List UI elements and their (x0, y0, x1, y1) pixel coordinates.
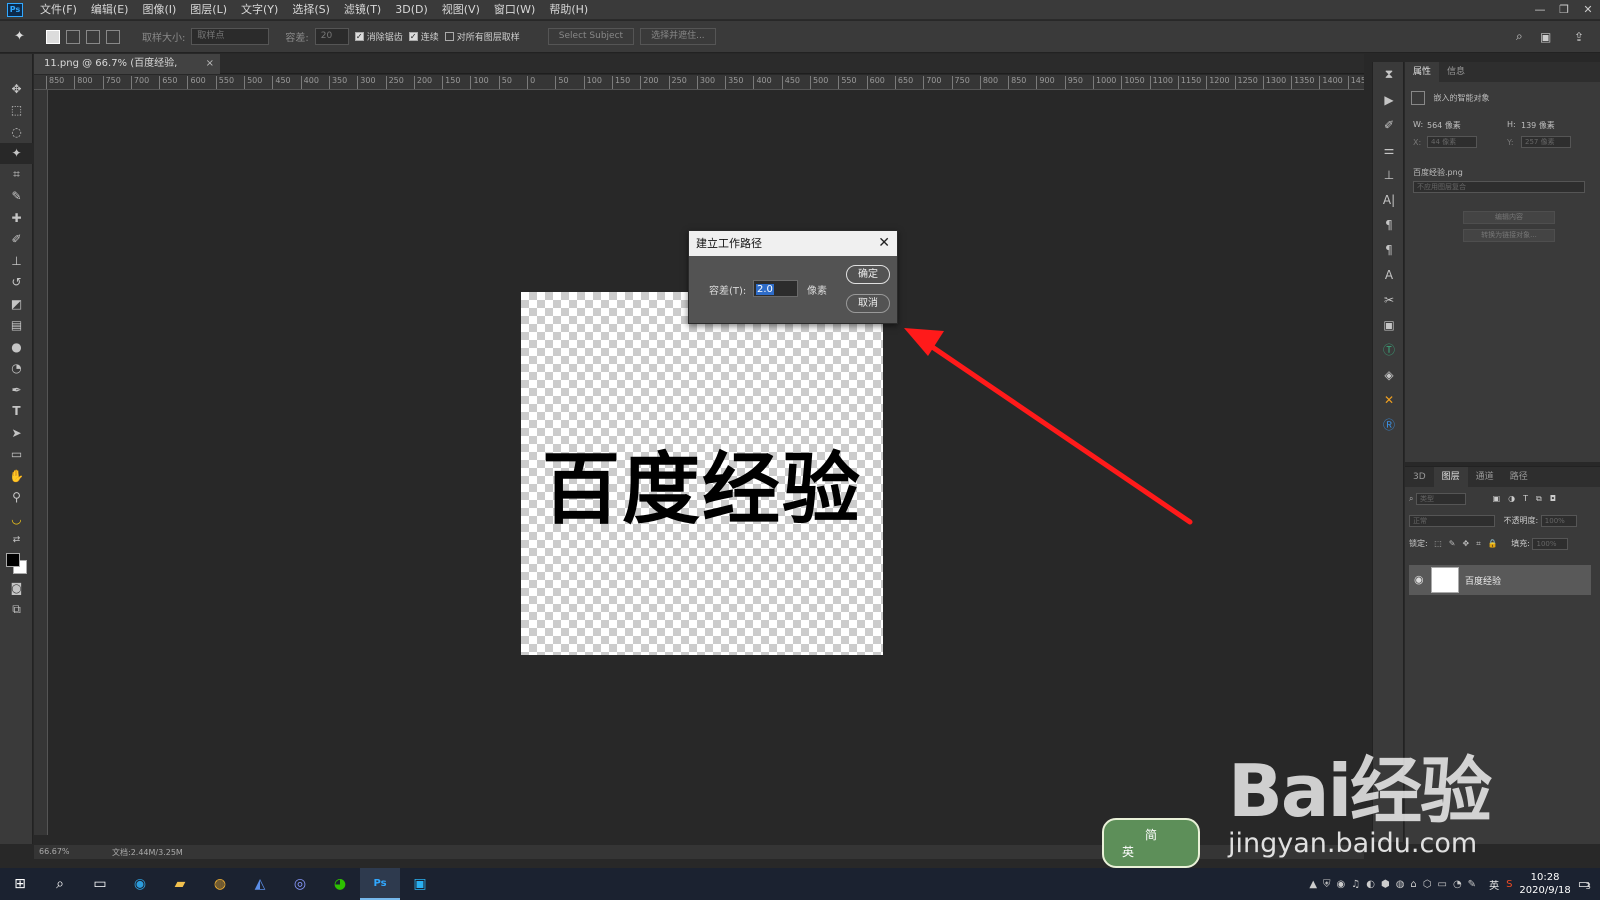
smart-object-icon (1411, 91, 1425, 105)
wechat-icon[interactable]: ◕ (320, 868, 360, 900)
sogou-icon[interactable]: S (1506, 879, 1512, 890)
ime-mode-simplified: 简 (1144, 828, 1157, 842)
tab-channels[interactable]: 通道 (1468, 467, 1502, 487)
y-value[interactable]: 257 像素 (1521, 136, 1571, 148)
watermark: Bai经验 jingyan.baidu.com (1228, 732, 1568, 862)
system-tray: ▲⛨◉♫◐⬢◍⌂⬡▭◔✎ 英 S 10:28 2020/9/18 ▭ 3 (1309, 868, 1600, 900)
app-icon[interactable]: ◭ (240, 868, 280, 900)
history-icon[interactable]: ⧗ (1373, 62, 1405, 87)
tools-icon[interactable]: ✂ (1373, 287, 1405, 312)
cross-tool-icon[interactable]: ✕ (1373, 387, 1405, 412)
blend-row: 正常 不透明度: 100% (1409, 515, 1577, 527)
ime-badge[interactable]: 简 英 (1102, 818, 1200, 868)
clock[interactable]: 10:28 2020/9/18 (1519, 871, 1570, 897)
opacity-input[interactable]: 100% (1540, 515, 1577, 527)
clock-time: 10:28 (1530, 872, 1560, 883)
visibility-eye-icon[interactable]: ◉ (1414, 573, 1424, 586)
tab-3d[interactable]: 3D (1405, 467, 1434, 487)
screenshot-app-icon[interactable]: ▣ (400, 868, 440, 900)
tolerance-value: 2.0 (756, 284, 774, 295)
w-label: W: (1413, 120, 1424, 129)
watermark-logo: Bai经验 (1228, 749, 1492, 833)
retouch-plugin-icon[interactable]: Ⓡ (1373, 412, 1405, 437)
y-label: Y: (1507, 138, 1514, 147)
layer-comp-select[interactable]: 不应用图层复合 (1413, 181, 1585, 193)
panel-icon-dock: ⧗ ▶ ✐ ⚌ ⊥ A| ¶ ¶ A ✂ ▣ Ⓣ ◈ ✕ Ⓡ (1372, 62, 1404, 842)
layers-tabs: 3D 图层 通道 路径 (1405, 467, 1600, 487)
edit-contents-button[interactable]: 编辑内容 (1463, 211, 1555, 224)
plugin-icon[interactable]: ◈ (1373, 362, 1405, 387)
ok-button[interactable]: 确定 (846, 265, 890, 284)
watermark-url: jingyan.baidu.com (1228, 828, 1478, 859)
tab-paths[interactable]: 路径 (1502, 467, 1536, 487)
cancel-button[interactable]: 取消 (846, 294, 890, 313)
layer-thumbnail (1431, 567, 1459, 593)
lock-label: 锁定: (1409, 539, 1428, 548)
dialog-title: 建立工作路径 (696, 237, 762, 250)
file-explorer-icon[interactable]: ▰ (160, 868, 200, 900)
layer-filter-select[interactable]: 类型 (1416, 493, 1467, 505)
character-icon[interactable]: A| (1373, 187, 1405, 212)
fill-label: 填充: (1511, 539, 1530, 548)
layer-row[interactable]: ◉ 百度经验 (1409, 565, 1591, 595)
blend-mode-select[interactable]: 正常 (1409, 515, 1495, 527)
tk-plugin-icon[interactable]: Ⓣ (1373, 337, 1405, 362)
input-language[interactable]: 英 (1489, 877, 1499, 892)
clone-source-icon[interactable]: ⊥ (1373, 162, 1405, 187)
search-icon: ⌕ (1409, 494, 1414, 503)
convert-linked-button[interactable]: 转换为链接对象... (1463, 229, 1555, 242)
notification-icon[interactable]: ▭ 3 (1578, 877, 1591, 892)
zoom-level[interactable]: 66.67% (39, 847, 70, 856)
chrome-icon[interactable]: ◍ (200, 868, 240, 900)
tolerance-input[interactable]: 2.0 (753, 280, 798, 297)
tab-layers[interactable]: 图层 (1433, 467, 1468, 487)
search-icon[interactable]: ⌕ (40, 868, 80, 900)
object-type: 嵌入的智能对象 (1433, 93, 1490, 103)
brush-settings-icon[interactable]: ✐ (1373, 112, 1405, 137)
lock-row: 锁定: ⬚✎✥⌗🔒 填充: 100% (1409, 538, 1569, 550)
unit-label: 像素 (807, 286, 827, 297)
task-view-icon[interactable]: ▭ (80, 868, 120, 900)
notification-count: 3 (1585, 881, 1591, 891)
dialog-titlebar: 建立工作路径 ✕ (689, 231, 897, 256)
paragraph-styles-icon[interactable]: ¶ (1373, 237, 1405, 262)
glyphs-icon[interactable]: A (1373, 262, 1405, 287)
tolerance-label: 容差(T): (709, 286, 747, 297)
x-label: X: (1413, 138, 1422, 147)
paragraph-icon[interactable]: ¶ (1373, 212, 1405, 237)
layer-filter-row: ⌕ 类型 ▣◑T⧉◘ (1409, 493, 1564, 505)
h-value[interactable]: 139 像素 (1521, 120, 1555, 131)
libraries-icon[interactable]: ▣ (1373, 312, 1405, 337)
camera-app-icon[interactable]: ◎ (280, 868, 320, 900)
filename: 百度经验.png (1413, 168, 1463, 177)
actions-icon[interactable]: ▶ (1373, 87, 1405, 112)
opacity-label: 不透明度: (1503, 516, 1539, 525)
x-value[interactable]: 44 像素 (1427, 136, 1477, 148)
clock-date: 2020/9/18 (1519, 885, 1571, 896)
windows-start-icon[interactable]: ⊞ (0, 868, 40, 900)
foreground-color-icon[interactable] (6, 553, 20, 567)
ime-mode-english: 英 (1122, 845, 1135, 859)
lock-icons[interactable]: ⬚✎✥⌗🔒 (1434, 539, 1504, 548)
browser-icon[interactable]: ◉ (120, 868, 160, 900)
layer-name[interactable]: 百度经验 (1465, 574, 1501, 587)
make-work-path-dialog: 建立工作路径 ✕ 容差(T): 2.0 像素 确定 取消 (688, 230, 898, 324)
tray-icons[interactable]: ▲⛨◉♫◐⬢◍⌂⬡▭◔✎ (1309, 879, 1482, 890)
tab-properties[interactable]: 属性 (1405, 62, 1440, 82)
w-value[interactable]: 564 像素 (1427, 120, 1461, 131)
properties-tabs: 属性 信息 (1405, 62, 1600, 82)
tab-info[interactable]: 信息 (1439, 62, 1473, 82)
close-icon[interactable]: ✕ (878, 231, 890, 256)
photoshop-taskbar-icon[interactable]: Ps (360, 868, 400, 900)
properties-panel: 属性 信息 嵌入的智能对象 W: 564 像素 H: 139 像素 X: 44 … (1405, 62, 1600, 462)
fill-input[interactable]: 100% (1532, 538, 1569, 550)
smart-object-row: 嵌入的智能对象 (1411, 91, 1490, 105)
layer-filter-icons[interactable]: ▣◑T⧉◘ (1493, 494, 1564, 503)
document-size[interactable]: 文档:2.44M/3.25M (112, 847, 183, 858)
h-label: H: (1507, 120, 1516, 129)
adjustments-icon[interactable]: ⚌ (1373, 137, 1405, 162)
